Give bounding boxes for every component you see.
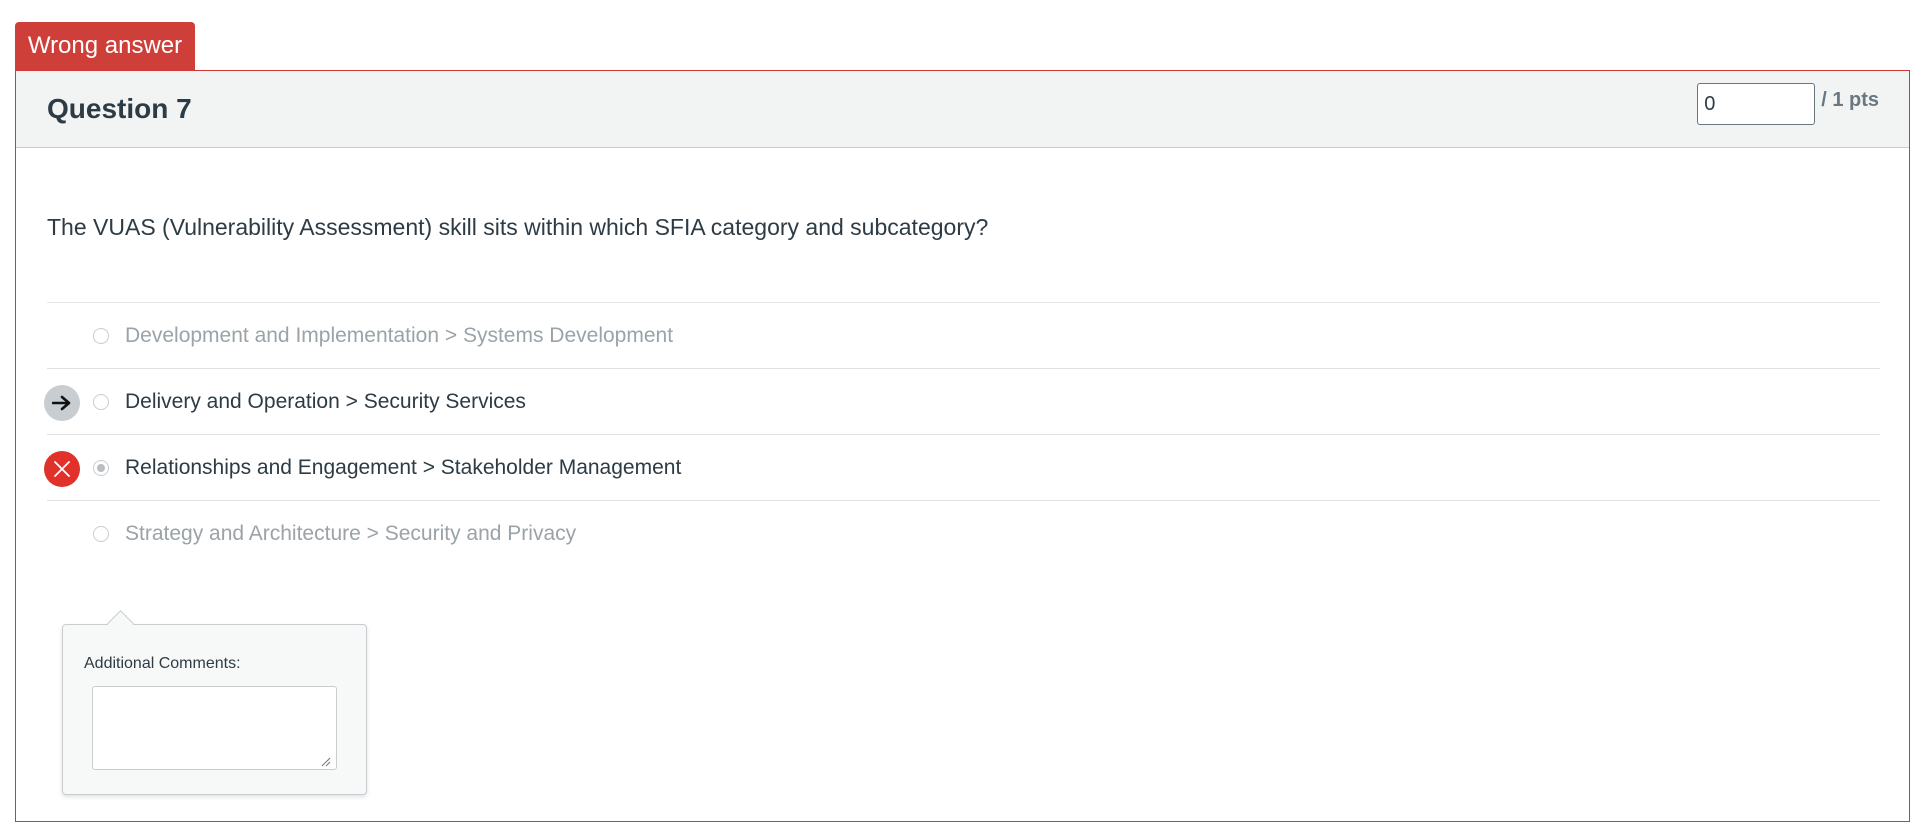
question-title: Question 7 <box>47 93 192 124</box>
points-label: / 1 pts <box>1821 89 1879 111</box>
points-area: / 1 pts <box>1697 83 1879 125</box>
comments-textarea[interactable] <box>92 686 337 770</box>
question-text: The VUAS (Vulnerability Assessment) skil… <box>47 214 989 240</box>
comments-label: Additional Comments: <box>84 655 241 672</box>
resize-grip-icon[interactable] <box>321 757 331 767</box>
quiz-page: Wrong answer Question 7 / 1 pts The VUAS… <box>0 0 1929 838</box>
popover-arrow <box>107 610 134 637</box>
wrong-answer-badge: Wrong answer <box>15 22 195 70</box>
score-input[interactable] <box>1697 83 1816 125</box>
answer-label: Relationships and Engagement > Stakehold… <box>125 456 682 479</box>
answer-label: Development and Implementation > Systems… <box>125 324 674 347</box>
answer-option: Strategy and Architecture > Security and… <box>47 501 1880 567</box>
answer-label: Delivery and Operation > Security Servic… <box>125 390 526 413</box>
close-icon <box>44 451 80 487</box>
answer-radio[interactable] <box>93 526 109 542</box>
answer-label: Strategy and Architecture > Security and… <box>125 522 577 545</box>
answer-list: Development and Implementation > Systems… <box>44 302 1880 567</box>
question-header: Question 7 / 1 pts <box>16 71 1909 148</box>
arrow-right-icon <box>44 385 80 421</box>
answer-radio-selected[interactable] <box>93 460 109 476</box>
comments-popover: Additional Comments: <box>62 610 367 795</box>
answer-option: Delivery and Operation > Security Servic… <box>44 369 1880 435</box>
answer-radio[interactable] <box>93 328 109 344</box>
question-container: Question 7 / 1 pts The VUAS (Vulnerabili… <box>15 70 1910 822</box>
answer-radio[interactable] <box>93 394 109 410</box>
answer-option: Relationships and Engagement > Stakehold… <box>44 435 1880 501</box>
answer-option: Development and Implementation > Systems… <box>47 303 1880 369</box>
